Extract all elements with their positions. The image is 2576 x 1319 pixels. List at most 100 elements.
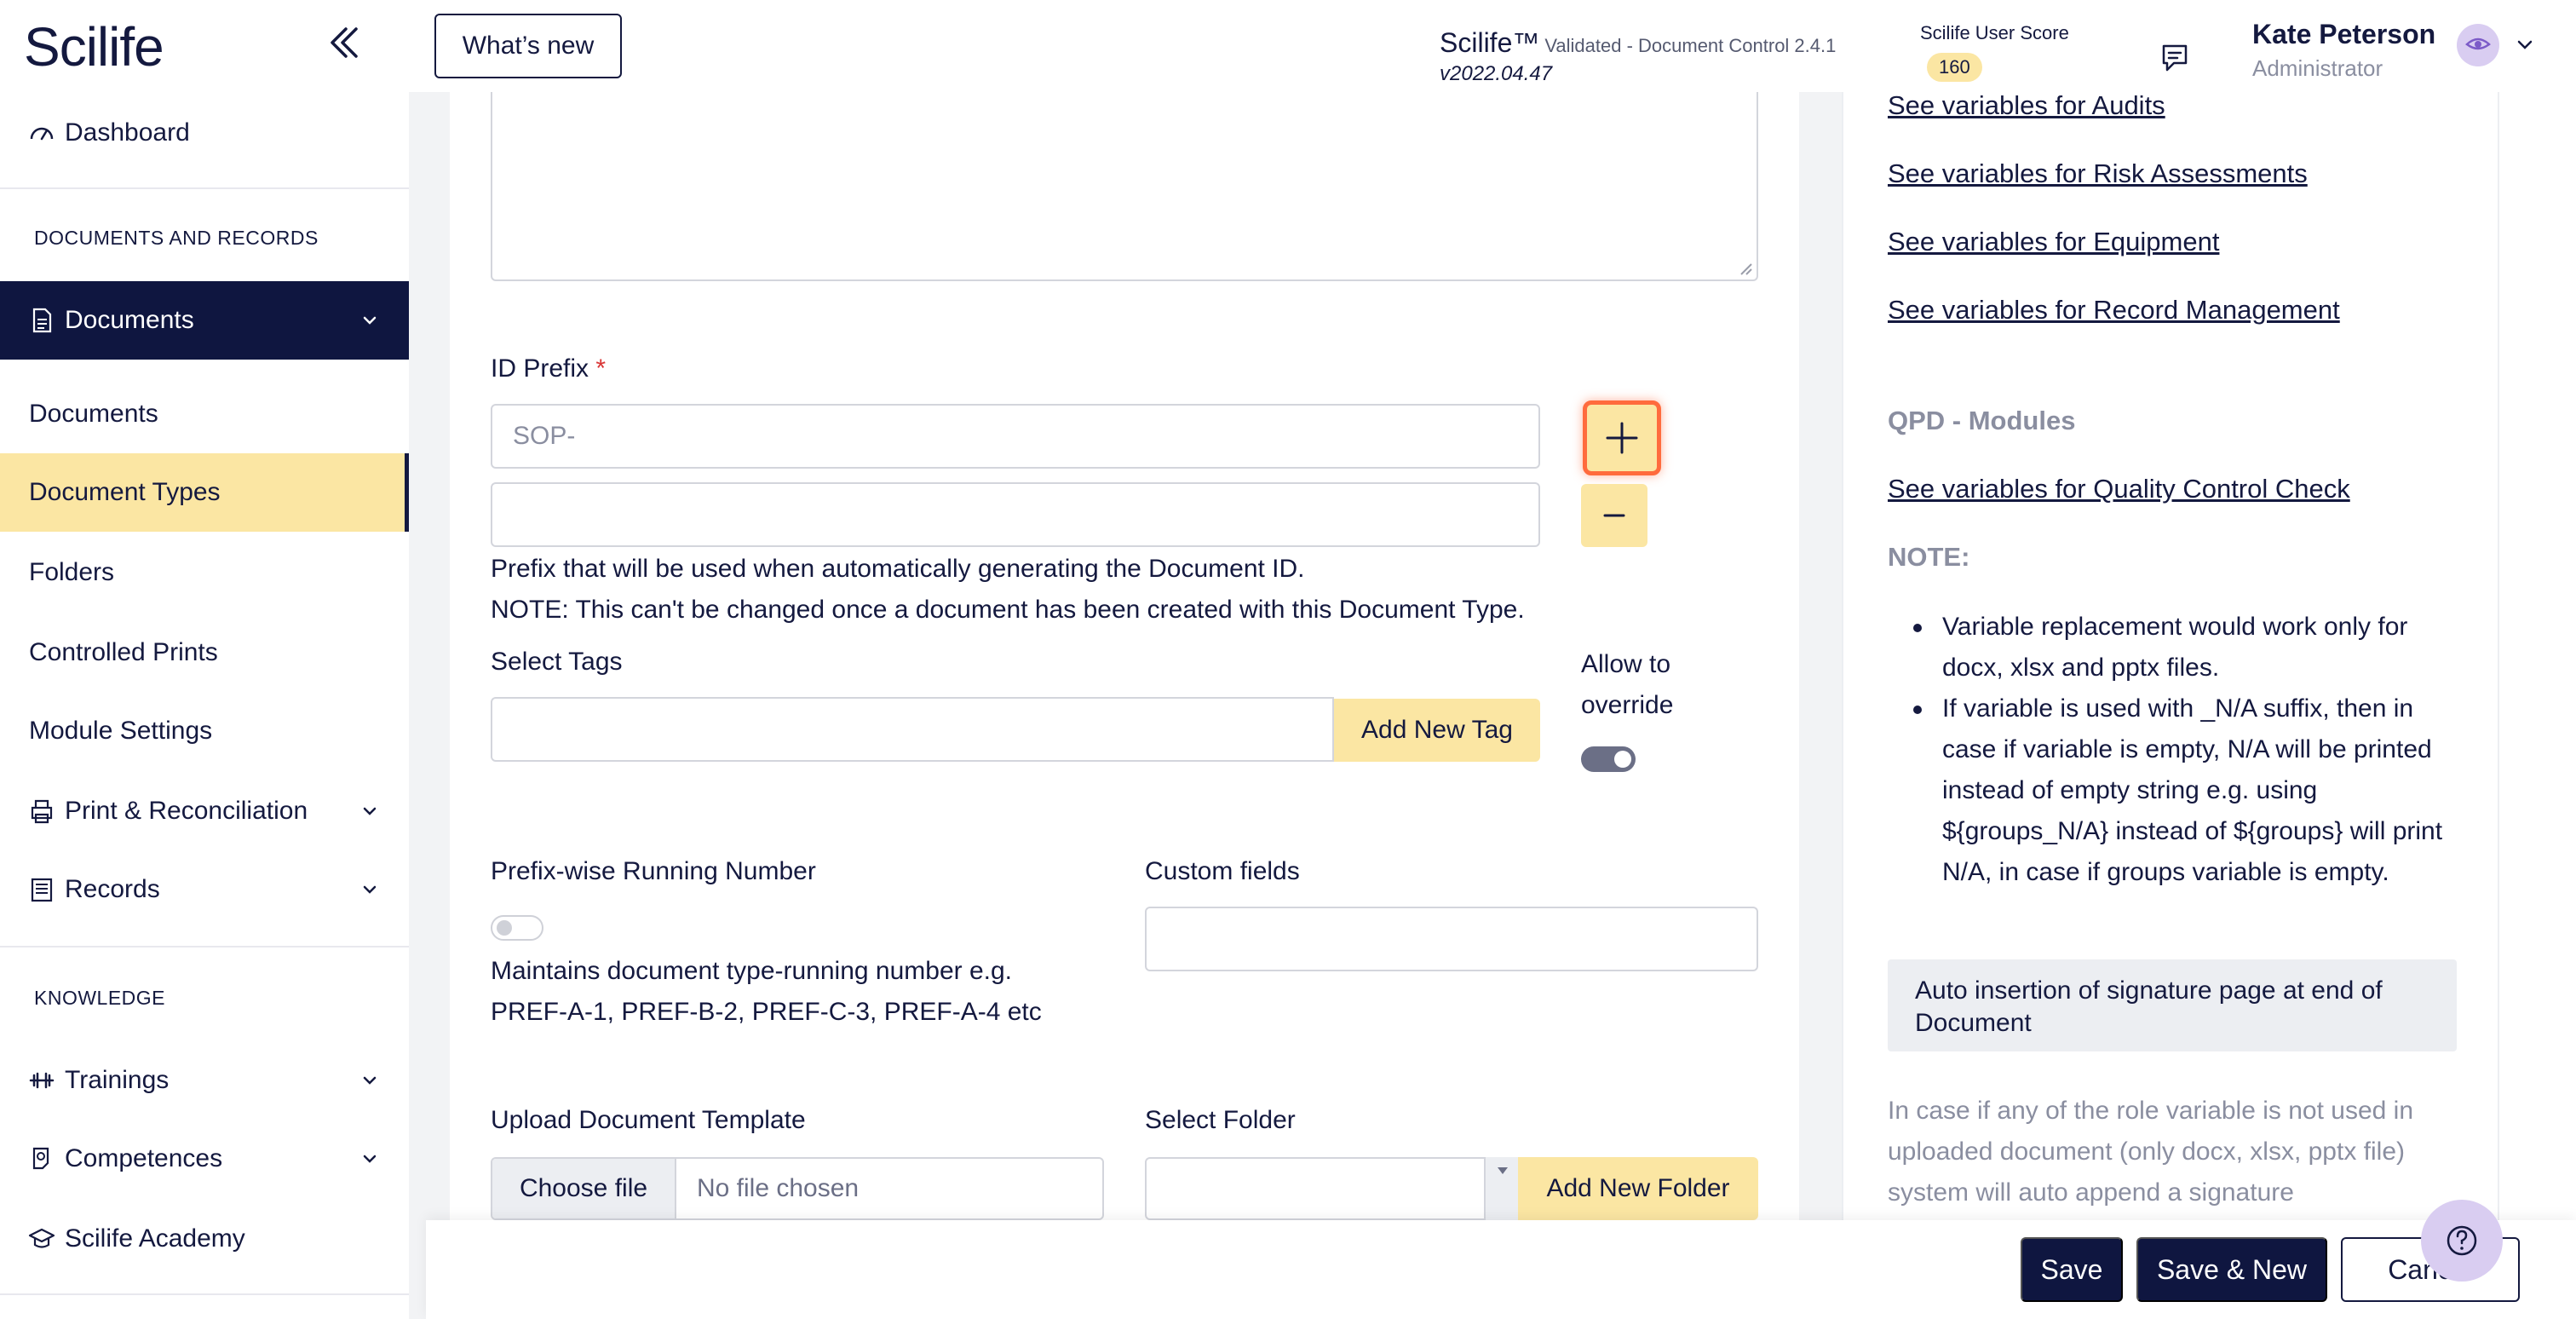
sidebar-item-dashboard[interactable]: Dashboard xyxy=(0,111,409,155)
sidebar-label: Documents xyxy=(65,306,194,334)
top-header: Scilife What’s new Scilife™ Validated - D… xyxy=(0,0,2576,92)
caret-down-icon xyxy=(1498,1167,1508,1174)
collapse-sidebar-icon[interactable] xyxy=(325,24,363,61)
sidebar-label: Documents xyxy=(29,400,158,428)
sidebar-label: Module Settings xyxy=(29,717,213,745)
note-heading: NOTE: xyxy=(1888,542,1970,572)
select-tags-label: Select Tags xyxy=(491,648,623,676)
running-number-help-2: PREF-A-1, PREF-B-2, PREF-C-3, PREF-A-4 e… xyxy=(491,998,1042,1026)
resize-handle-icon[interactable] xyxy=(1738,261,1753,276)
sidebar-section-documents: DOCUMENTS AND RECORDS xyxy=(34,227,319,249)
notes-list: Variable replacement would work only for… xyxy=(1888,607,2467,893)
add-new-tag-button[interactable]: Add New Tag xyxy=(1334,699,1540,762)
save-button[interactable]: Save xyxy=(2021,1237,2123,1302)
upload-template-label: Upload Document Template xyxy=(491,1106,806,1134)
dashboard-icon xyxy=(30,127,54,141)
chevron-down-icon xyxy=(363,316,377,325)
printer-icon xyxy=(31,799,53,824)
link-variables-record-management[interactable]: See variables for Record Management xyxy=(1888,295,2340,325)
sidebar-label: Competences xyxy=(65,1144,223,1172)
folder-select[interactable] xyxy=(1145,1157,1518,1220)
required-mark: * xyxy=(595,354,607,383)
template-file-input[interactable]: Choose file No file chosen xyxy=(491,1157,1104,1220)
remove-prefix-button[interactable] xyxy=(1581,484,1647,547)
sidebar-item-folders[interactable]: Folders xyxy=(0,533,409,612)
id-prefix-label-text: ID Prefix xyxy=(491,354,589,383)
id-prefix-label: ID Prefix * xyxy=(491,354,606,383)
link-variables-equipment[interactable]: See variables for Equipment xyxy=(1888,227,2219,257)
running-number-toggle[interactable] xyxy=(491,915,543,941)
id-prefix-placeholder: SOP- xyxy=(513,422,576,450)
sidebar-item-records[interactable]: Records xyxy=(0,850,409,929)
question-mark-icon xyxy=(2447,1225,2477,1256)
custom-fields-input[interactable] xyxy=(1145,907,1758,971)
sidebar-item-competences[interactable]: Competences xyxy=(0,1120,409,1198)
feedback-chat-icon[interactable] xyxy=(2155,39,2193,77)
running-number-help-1: Maintains document type-running number e… xyxy=(491,957,1013,985)
user-role: Administrator xyxy=(2252,55,2383,81)
user-info[interactable]: Kate Peterson Administrator xyxy=(2252,19,2435,82)
chevron-down-icon xyxy=(363,807,377,815)
link-variables-audits[interactable]: See variables for Audits xyxy=(1888,90,2165,121)
note-item: Variable replacement would work only for… xyxy=(1888,607,2467,688)
add-new-folder-button[interactable]: Add New Folder xyxy=(1518,1157,1758,1220)
brand-name: Scilife™ xyxy=(1440,27,1540,58)
score-badge: 160 xyxy=(1927,53,1982,82)
id-prefix-input-2[interactable] xyxy=(491,482,1540,547)
sidebar-item-scilife-academy[interactable]: Scilife Academy xyxy=(0,1200,409,1278)
sidebar-section-knowledge: KNOWLEDGE xyxy=(34,987,166,1009)
user-name: Kate Peterson xyxy=(2252,19,2436,49)
prefix-note-text: NOTE: This can't be changed once a docum… xyxy=(491,596,1525,624)
allow-override-toggle[interactable] xyxy=(1581,746,1636,772)
sidebar-divider xyxy=(0,187,409,189)
signature-info-text: In case if any of the role variable is n… xyxy=(1888,1097,2414,1207)
whats-new-button[interactable]: What’s new xyxy=(434,14,622,78)
save-and-new-button[interactable]: Save & New xyxy=(2136,1237,2327,1302)
chevron-down-icon xyxy=(363,885,377,894)
sidebar-item-trainings[interactable]: Trainings xyxy=(0,1041,409,1120)
scilife-logo[interactable]: Scilife xyxy=(24,15,164,78)
version-info: Scilife™ Validated - Document Control 2.4… xyxy=(1440,27,1836,86)
records-icon xyxy=(31,878,53,902)
select-folder-label: Select Folder xyxy=(1145,1106,1296,1134)
description-textarea[interactable] xyxy=(491,92,1758,281)
document-icon xyxy=(32,308,52,333)
user-score: Scilife User Score 160 xyxy=(1920,22,2069,82)
sidebar-item-module-settings[interactable]: Module Settings xyxy=(0,692,409,770)
brand-subtitle: Validated - Document Control 2.4.1 xyxy=(1544,35,1837,56)
allow-override-label: Allow to override xyxy=(1581,644,1673,726)
dumbbell-icon xyxy=(29,1072,55,1089)
sidebar-label: Controlled Prints xyxy=(29,638,218,666)
sidebar-item-document-types[interactable]: Document Types xyxy=(0,453,409,532)
sidebar-item-documents[interactable]: Documents xyxy=(0,375,409,453)
choose-file-button[interactable]: Choose file xyxy=(492,1159,676,1218)
sidebar-label: Print & Reconciliation xyxy=(65,797,308,825)
qpd-modules-heading: QPD - Modules xyxy=(1888,406,2076,435)
sidebar-label: Records xyxy=(65,875,160,903)
sidebar-item-controlled-prints[interactable]: Controlled Prints xyxy=(0,613,409,692)
file-status: No file chosen xyxy=(697,1174,860,1202)
help-button[interactable] xyxy=(2421,1200,2503,1282)
running-number-label: Prefix-wise Running Number xyxy=(491,857,816,885)
custom-fields-label: Custom fields xyxy=(1145,857,1300,885)
chevron-down-icon xyxy=(363,1076,377,1085)
sidebar-item-print-reconciliation[interactable]: Print & Reconciliation xyxy=(0,772,409,850)
link-variables-risk-assessments[interactable]: See variables for Risk Assessments xyxy=(1888,158,2308,189)
sidebar-label: Trainings xyxy=(65,1066,170,1094)
prefix-help-text: Prefix that will be used when automatica… xyxy=(491,555,1305,583)
note-item: If variable is used with _N/A suffix, th… xyxy=(1888,688,2467,893)
chevron-down-icon[interactable] xyxy=(2515,34,2535,55)
graduation-cap-icon xyxy=(28,1228,55,1248)
add-prefix-button[interactable] xyxy=(1583,400,1661,475)
signature-info-box: Auto insertion of signature page at end … xyxy=(1888,959,2457,1051)
link-variables-quality-control[interactable]: See variables for Quality Control Check xyxy=(1888,474,2350,504)
allow-override-line-1: Allow to xyxy=(1581,650,1671,678)
sidebar-item-documents-group[interactable]: Documents xyxy=(0,281,409,360)
tags-input[interactable] xyxy=(491,697,1334,762)
sidebar-label: Folders xyxy=(29,558,115,586)
minus-icon xyxy=(1603,514,1625,517)
folder-select-arrow[interactable] xyxy=(1484,1157,1518,1220)
id-prefix-input[interactable]: SOP- xyxy=(491,404,1540,469)
sidebar-label: Document Types xyxy=(29,478,221,506)
user-avatar[interactable] xyxy=(2457,24,2499,66)
